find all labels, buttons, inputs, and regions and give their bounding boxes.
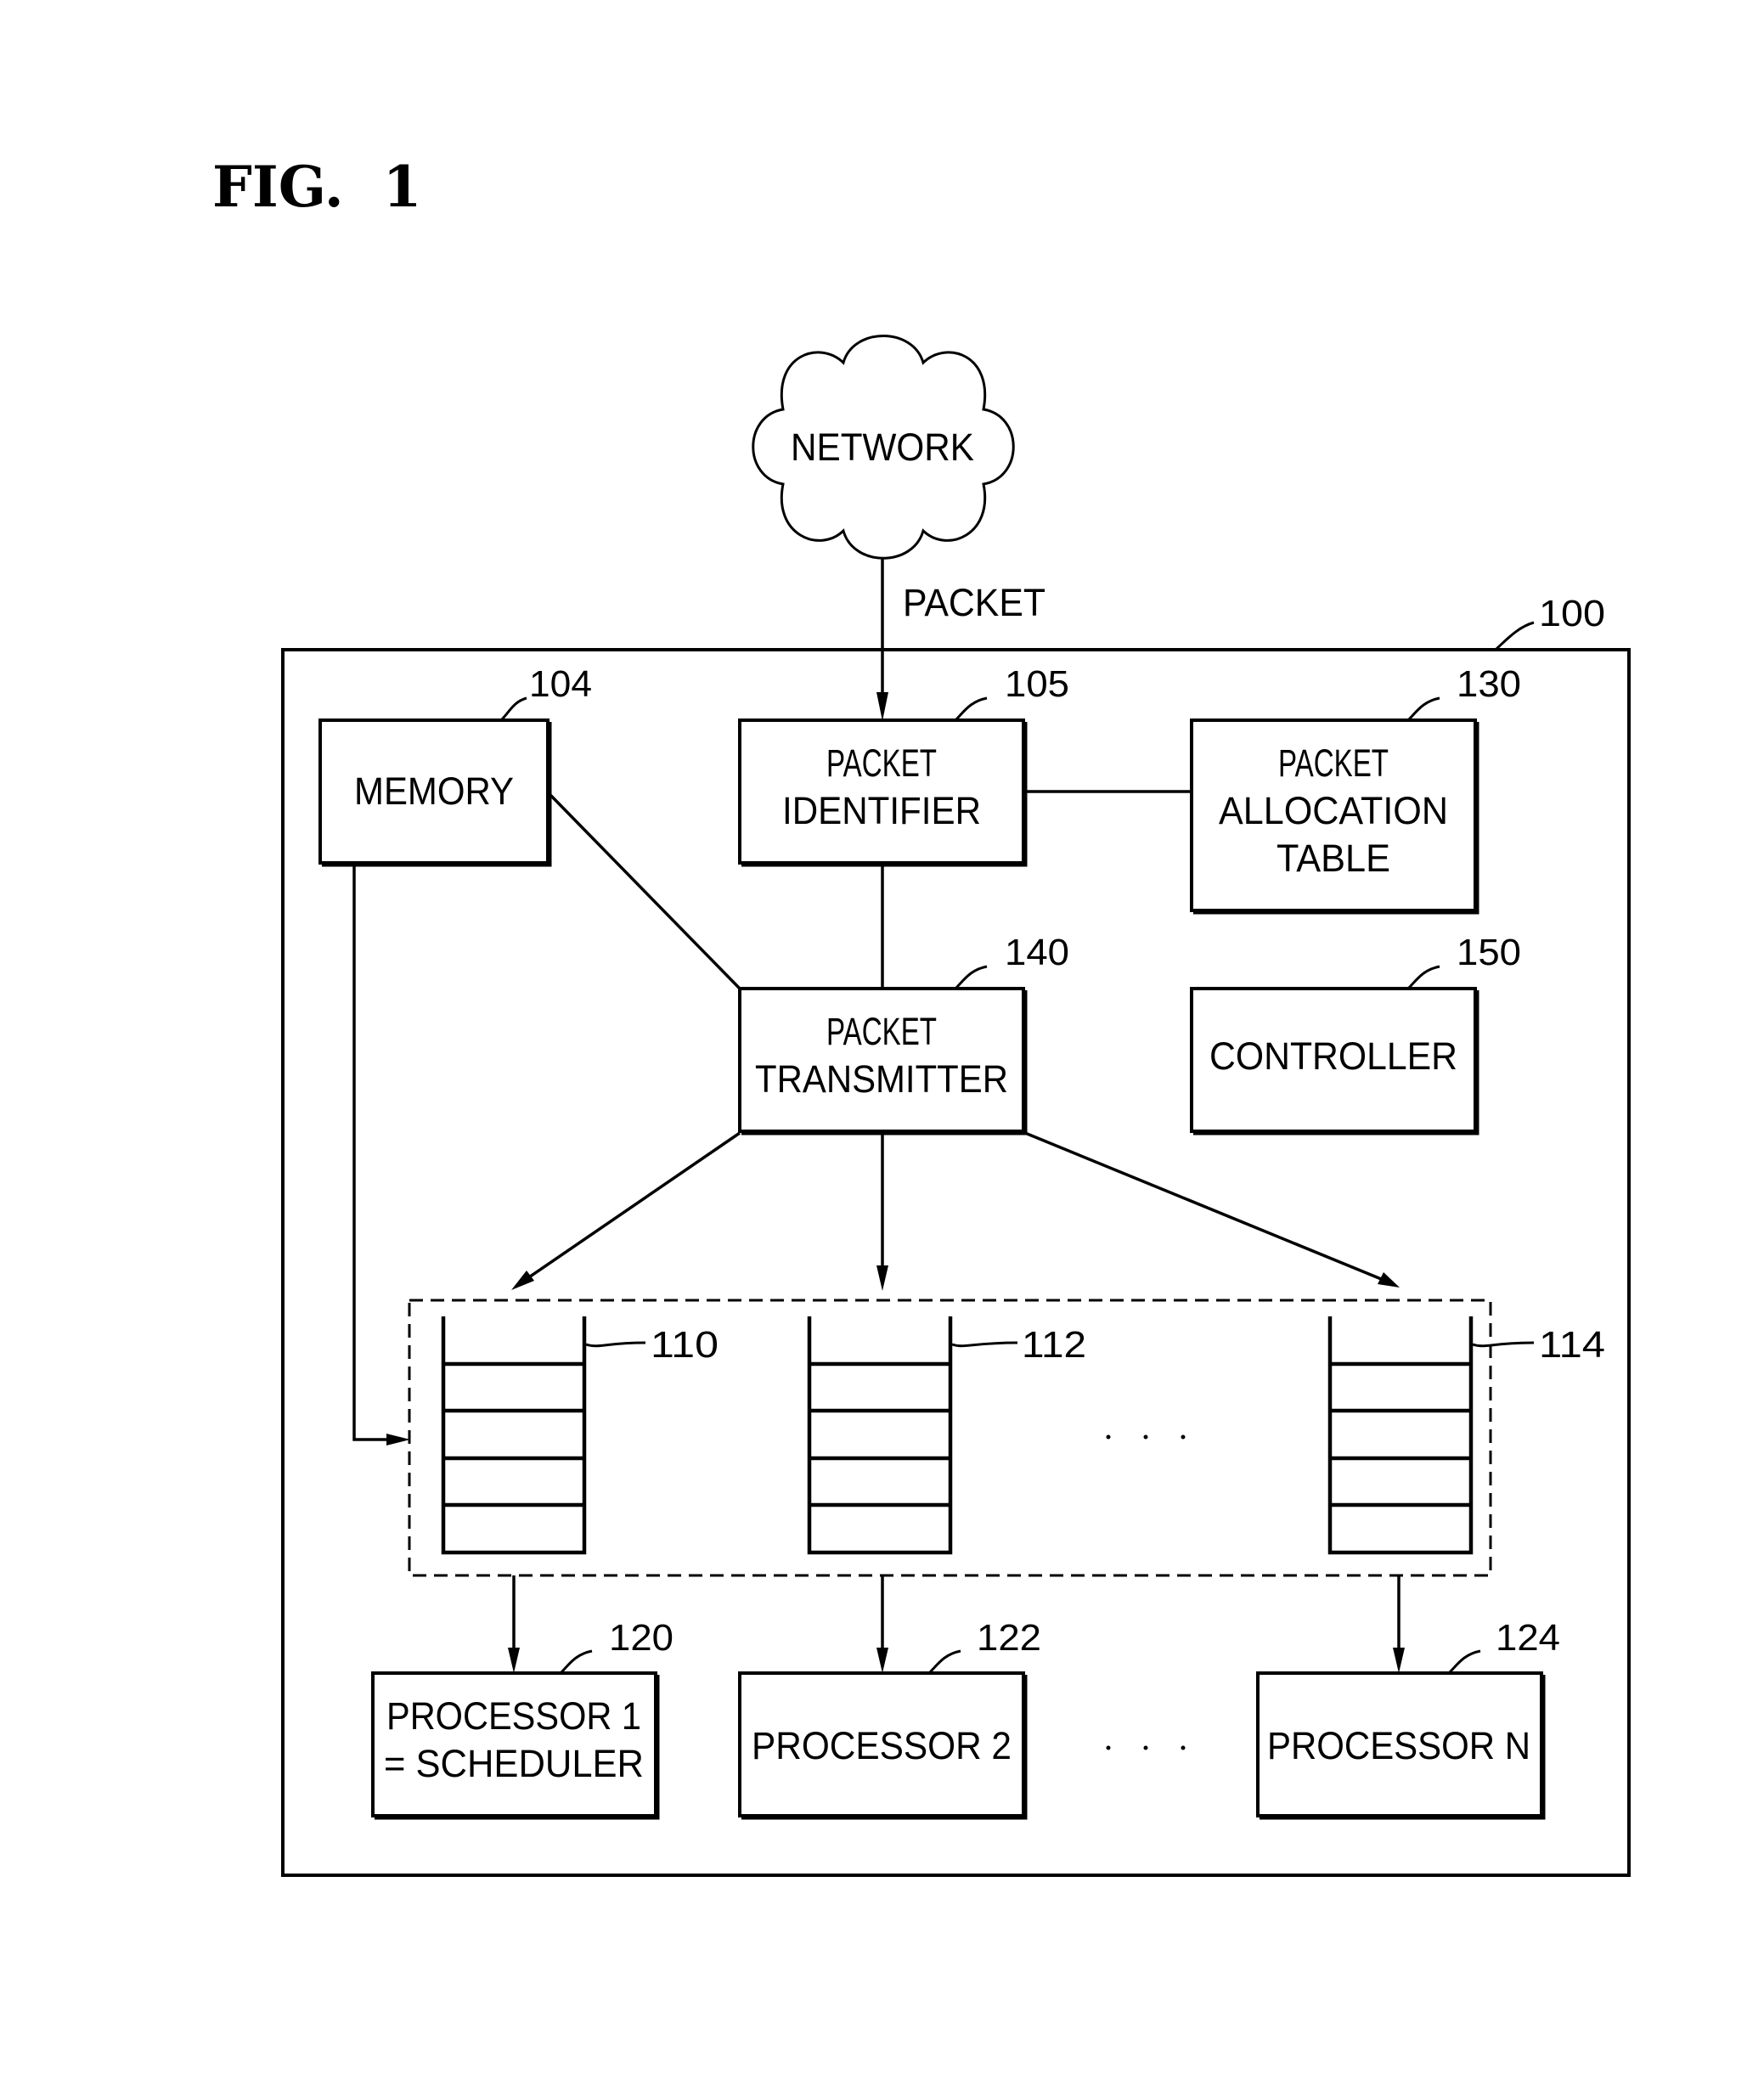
ref-130: 130 xyxy=(1457,663,1521,705)
processor-ellipsis xyxy=(1106,1745,1186,1750)
memory-label: MEMORY xyxy=(354,769,514,813)
allocation-table-label-line2: ALLOCATION xyxy=(1219,789,1448,832)
queue-114 xyxy=(1327,1316,1474,1555)
queue-ellipsis xyxy=(1106,1434,1186,1440)
network-label: NETWORK xyxy=(791,425,974,469)
leader-line xyxy=(1406,965,1440,990)
ref-122: 122 xyxy=(977,1617,1041,1659)
packet-transmitter-block: PACKET TRANSMITTER xyxy=(738,987,1028,1135)
packet-identifier-label-line2: IDENTIFIER xyxy=(782,789,981,832)
ref-104: 104 xyxy=(529,663,592,705)
ref-120: 120 xyxy=(609,1617,673,1659)
leader-line xyxy=(1406,696,1440,722)
processor-1-label-line1: PROCESSOR 1 xyxy=(386,1694,641,1738)
memory-to-transmitter-link xyxy=(548,792,741,990)
ref-100: 100 xyxy=(1539,593,1605,634)
ref-124: 124 xyxy=(1496,1617,1560,1659)
memory-block: MEMORY xyxy=(318,718,552,867)
leader-line xyxy=(1447,1649,1481,1675)
controller-label: CONTROLLER xyxy=(1209,1034,1457,1078)
packet-allocation-table-block: PACKET ALLOCATION TABLE xyxy=(1190,718,1479,915)
network-cloud: NETWORK xyxy=(752,335,1015,560)
processor-2-label: PROCESSOR 2 xyxy=(752,1724,1012,1767)
processor-n-label: PROCESSOR N xyxy=(1267,1724,1530,1767)
arrow-to-queue-110 xyxy=(521,1131,741,1284)
ref-112: 112 xyxy=(1022,1324,1086,1366)
queue-110 xyxy=(441,1316,587,1555)
ref-140: 140 xyxy=(1005,932,1069,973)
leader-line xyxy=(585,1341,646,1348)
processor-1-label-line2: = SCHEDULER xyxy=(384,1742,644,1785)
arrow-to-queue-114 xyxy=(1024,1131,1390,1284)
packet-edge-label: PACKET xyxy=(903,581,1045,624)
packet-transmitter-label-line1: PACKET xyxy=(826,1010,937,1053)
leader-line xyxy=(1472,1341,1535,1348)
ref-114: 114 xyxy=(1539,1324,1605,1366)
processor-1-block: PROCESSOR 1 = SCHEDULER xyxy=(371,1671,660,1820)
controller-block: CONTROLLER xyxy=(1190,987,1479,1135)
leader-line xyxy=(951,1341,1018,1348)
leader-line xyxy=(927,1649,961,1675)
transmitter-to-queue-arrows xyxy=(511,1131,1400,1291)
leader-line xyxy=(1495,621,1535,651)
ref-105: 105 xyxy=(1005,663,1069,705)
leader-line xyxy=(559,1649,593,1675)
ref-110: 110 xyxy=(651,1324,719,1366)
block-diagram: FIG. 1 NETWORK PACKET 100 MEMORY 104 PAC… xyxy=(212,154,1631,1877)
allocation-table-label-line3: TABLE xyxy=(1277,837,1390,880)
figure-title: FIG. 1 xyxy=(212,154,422,220)
leader-line xyxy=(954,965,988,990)
packet-input-arrow xyxy=(876,558,888,721)
processor-2-block: PROCESSOR 2 xyxy=(738,1671,1028,1820)
packet-transmitter-label-line2: TRANSMITTER xyxy=(755,1057,1008,1101)
leader-line xyxy=(499,696,527,722)
queue-112 xyxy=(807,1316,953,1555)
leader-line xyxy=(954,696,988,722)
memory-to-queues-arrow xyxy=(352,865,410,1445)
ref-150: 150 xyxy=(1457,932,1521,973)
packet-identifier-block: PACKET IDENTIFIER xyxy=(738,718,1028,867)
allocation-table-label-line1: PACKET xyxy=(1278,741,1389,785)
packet-identifier-label-line1: PACKET xyxy=(826,741,937,785)
processor-n-block: PROCESSOR N xyxy=(1256,1671,1546,1820)
